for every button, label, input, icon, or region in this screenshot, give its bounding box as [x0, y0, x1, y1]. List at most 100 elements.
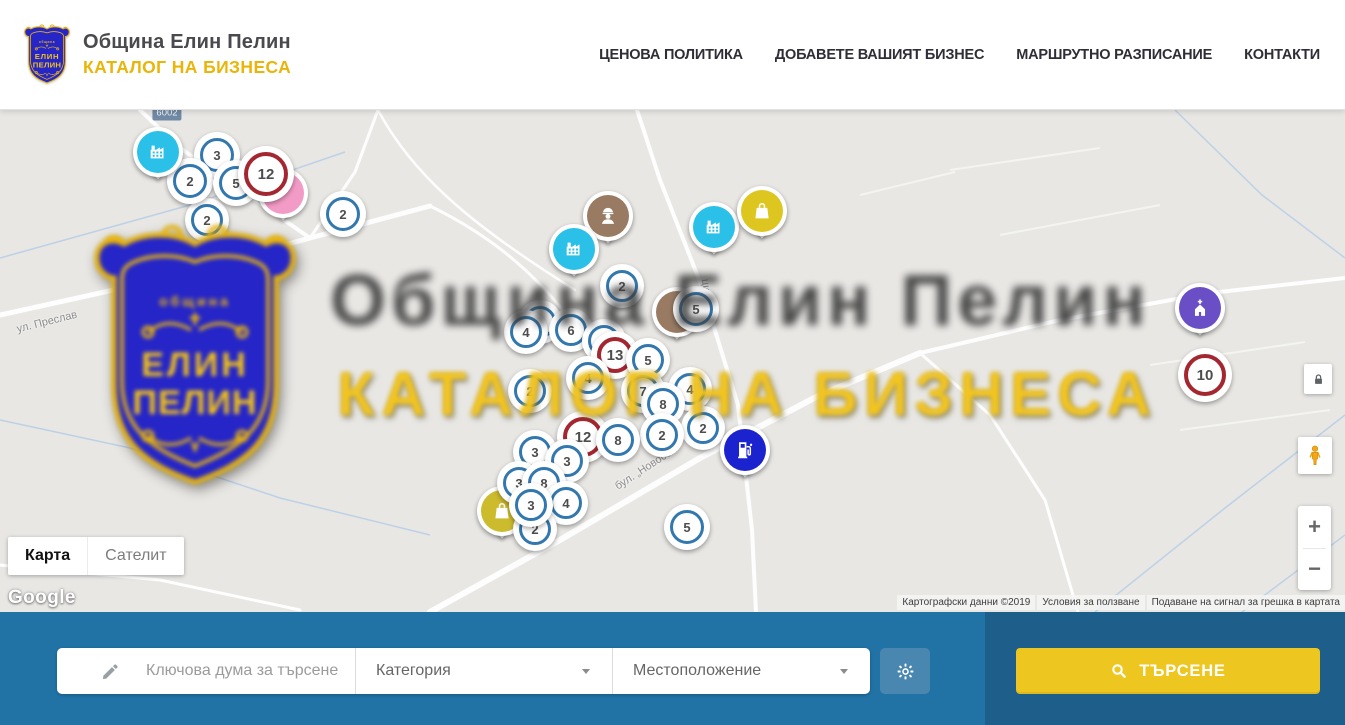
map-pin-bag[interactable]	[737, 186, 787, 236]
cluster-ring: 2	[606, 270, 638, 302]
map-cluster-marker[interactable]: 10	[1178, 348, 1232, 402]
map-cluster-marker[interactable]: 2	[681, 406, 725, 450]
map-cluster-marker[interactable]: 12	[238, 146, 294, 202]
chevron-down-icon	[582, 669, 590, 674]
map-cluster-marker[interactable]: 4	[504, 310, 548, 354]
cluster-count: 4	[686, 382, 693, 397]
cluster-count: 8	[659, 397, 666, 412]
pin-circle	[737, 186, 787, 236]
search-fields-group: Категория Местоположение	[57, 648, 870, 694]
lock-icon	[1311, 372, 1326, 387]
location-select[interactable]: Местоположение	[612, 648, 870, 694]
cluster-ring: 2	[326, 197, 360, 231]
factory-icon	[693, 206, 735, 248]
cluster-count: 5	[644, 353, 651, 368]
factory-icon	[137, 131, 179, 173]
map-cluster-marker[interactable]: 4	[566, 356, 610, 400]
cluster-ring: 4	[510, 316, 542, 348]
map-pin-factory[interactable]	[133, 127, 183, 177]
nav-item[interactable]: МАРШРУТНО РАЗПИСАНИЕ	[1016, 47, 1212, 63]
cluster-ring: 4	[572, 362, 604, 394]
cluster-ring: 8	[602, 424, 634, 456]
gear-icon	[895, 661, 916, 682]
search-button-label: ТЪРСЕНЕ	[1139, 662, 1225, 681]
search-submit-button[interactable]: ТЪРСЕНЕ	[1016, 648, 1320, 694]
attribution-text: Картографски данни ©2019	[897, 595, 1035, 610]
nav-item[interactable]: КОНТАКТИ	[1244, 47, 1320, 63]
map-cluster-marker[interactable]: 5	[664, 504, 710, 550]
cluster-ring: 3	[515, 489, 547, 521]
brand-text: Община Елин Пелин КАТАЛОГ НА БИЗНЕСА	[83, 31, 291, 78]
site-logo[interactable]: Община Елин Пелин КАТАЛОГ НА БИЗНЕСА	[20, 22, 291, 88]
nav-item[interactable]: ДОБАВЕТЕ ВАШИЯТ БИЗНЕС	[775, 47, 984, 63]
cluster-count: 2	[526, 384, 533, 399]
pencil-icon	[101, 662, 120, 681]
site-title: Община Елин Пелин	[83, 31, 291, 54]
road-number-label: 6002	[152, 110, 181, 121]
church-icon	[1179, 287, 1221, 329]
cluster-count: 3	[213, 148, 220, 163]
advanced-options-button[interactable]	[880, 648, 930, 694]
pin-circle	[720, 425, 770, 475]
cluster-ring: 4	[550, 487, 582, 519]
category-select[interactable]: Категория	[355, 648, 612, 694]
map-pin-fuel[interactable]	[720, 425, 770, 475]
map-type-map-button[interactable]: Карта	[8, 537, 87, 575]
map-cluster-marker[interactable]: 2	[185, 198, 229, 242]
map-cluster-marker[interactable]: 2	[320, 191, 366, 237]
attribution-link[interactable]: Подаване на сигнал за грешка в картата	[1147, 595, 1345, 610]
map-cluster-marker[interactable]: 2	[600, 264, 644, 308]
search-bar: Категория Местоположение	[0, 612, 1345, 725]
municipality-crest-icon	[20, 22, 74, 88]
zoom-out-button[interactable]: −	[1298, 549, 1331, 591]
map-canvas[interactable]: 6002ул. Преславбул. „Новоселци“ 23251222…	[0, 110, 1345, 612]
pegman-icon	[1304, 442, 1326, 469]
pin-circle	[133, 127, 183, 177]
map-type-satellite-button[interactable]: Сателит	[87, 537, 183, 575]
map-attribution: Картографски данни ©2019Условия за ползв…	[897, 595, 1345, 610]
map-cluster-marker[interactable]: 8	[596, 418, 640, 462]
zoom-in-button[interactable]: +	[1298, 506, 1331, 548]
street-view-pegman[interactable]	[1298, 437, 1332, 474]
keyword-search-input[interactable]	[146, 662, 346, 680]
map-cluster-marker[interactable]: 2	[508, 369, 552, 413]
attribution-link[interactable]: Условия за ползване	[1037, 595, 1144, 610]
nav-item[interactable]: ЦЕНОВА ПОЛИТИКА	[599, 47, 743, 63]
header: Община Елин Пелин КАТАЛОГ НА БИЗНЕСА ЦЕН…	[0, 0, 1345, 110]
category-select-label: Категория	[376, 662, 451, 680]
cluster-count: 4	[522, 325, 529, 340]
cluster-count: 10	[1197, 367, 1214, 384]
map-pin-factory[interactable]	[549, 224, 599, 274]
cluster-ring: 2	[514, 375, 546, 407]
cluster-count: 5	[683, 520, 690, 535]
cluster-count: 2	[658, 428, 665, 443]
cluster-count: 2	[339, 207, 346, 222]
cluster-count: 3	[563, 454, 570, 469]
cluster-count: 13	[607, 347, 624, 364]
fuel-icon	[724, 429, 766, 471]
cluster-count: 4	[584, 371, 591, 386]
bag-icon	[741, 190, 783, 232]
cluster-ring: 2	[191, 204, 223, 236]
cluster-count: 3	[527, 498, 534, 513]
site-subtitle: КАТАЛОГ НА БИЗНЕСА	[83, 57, 291, 78]
main-nav: ЦЕНОВА ПОЛИТИКА ДОБАВЕТЕ ВАШИЯТ БИЗНЕС МАР…	[599, 47, 1320, 63]
zoom-control: + −	[1298, 506, 1331, 590]
chevron-down-icon	[840, 669, 848, 674]
cluster-ring: 2	[646, 419, 678, 451]
pin-circle	[549, 224, 599, 274]
map-pin-factory[interactable]	[689, 202, 739, 252]
map-cluster-marker[interactable]: 3	[509, 483, 553, 527]
cluster-ring: 5	[679, 292, 713, 326]
cluster-count: 2	[203, 213, 210, 228]
lock-button[interactable]	[1304, 364, 1332, 394]
cluster-count: 8	[614, 433, 621, 448]
map-pin-church[interactable]	[1175, 283, 1225, 333]
cluster-count: 2	[186, 174, 193, 189]
cluster-count: 3	[531, 445, 538, 460]
cluster-count: 2	[699, 421, 706, 436]
map-cluster-marker[interactable]: 5	[673, 286, 719, 332]
map-type-control: Карта Сателит	[8, 537, 184, 575]
google-logo[interactable]: Google	[8, 587, 76, 609]
map-cluster-marker[interactable]: 2	[640, 413, 684, 457]
